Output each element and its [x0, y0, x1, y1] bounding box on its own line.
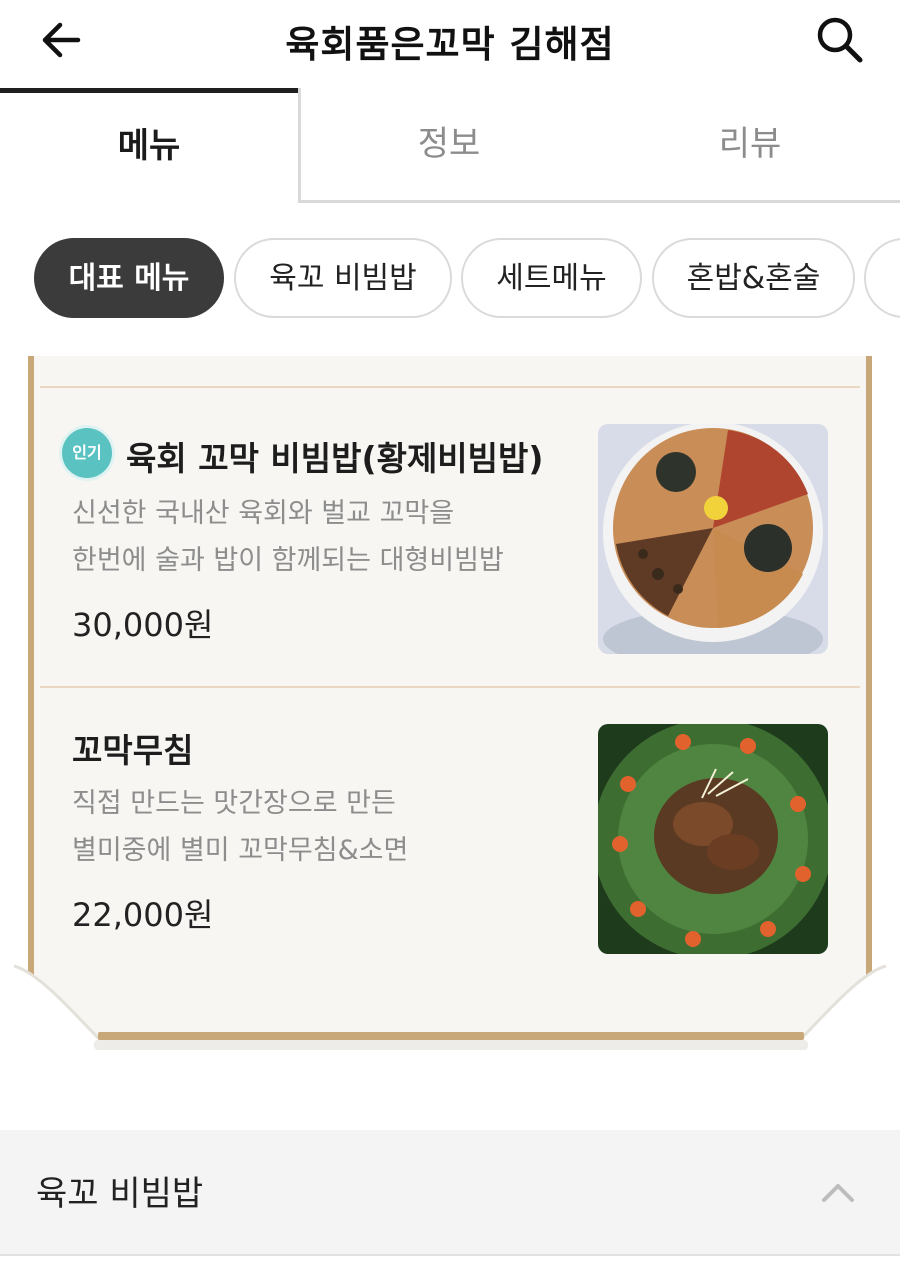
tab-underline: [298, 200, 900, 203]
section-title: 육꼬 비빔밥: [36, 1174, 204, 1214]
bibimbap-photo: [598, 424, 828, 654]
search-icon: [817, 17, 863, 63]
page-title: 육회품은꼬막 김해점: [285, 23, 615, 66]
menu-item-description: 직접 만드는 맛간장으로 만든 별미중에 별미 꼬막무침&소면: [72, 788, 409, 866]
menu-item-name: 꼬막무침: [72, 731, 194, 770]
menu-card: 인기 육회 꼬막 비빔밥(황제비빔밥) 신선한 국내산 육회와 벌교 꼬막을 한…: [14, 356, 886, 1056]
paper-bottom-shadow: [94, 1040, 808, 1050]
app-header: 육회품은꼬막 김해점: [0, 0, 900, 88]
menu-paper: 인기 육회 꼬막 비빔밥(황제비빔밥) 신선한 국내산 육회와 벌교 꼬막을 한…: [28, 356, 872, 1036]
menu-item-photo[interactable]: [598, 724, 828, 954]
category-chips: 대표 메뉴 육꼬 비빔밥 세트메뉴 혼밥&혼술: [0, 238, 900, 322]
section-header-bibimbap[interactable]: 육꼬 비빔밥: [0, 1130, 900, 1254]
section-divider: [0, 1254, 900, 1256]
chevron-up-icon[interactable]: [820, 1174, 856, 1210]
paper-curl-right: [798, 964, 886, 1042]
paper-bottom-edge: [98, 1032, 804, 1040]
menu-item-price: 30,000원: [72, 606, 214, 644]
chip-bibimbap[interactable]: 육꼬 비빔밥: [234, 238, 452, 318]
menu-item-name: 육회 꼬막 비빔밥(황제비빔밥): [126, 439, 544, 478]
paper-curl-left: [14, 964, 102, 1042]
chip-set-menu[interactable]: 세트메뉴: [461, 238, 642, 318]
menu-item-description: 신선한 국내산 육회와 벌교 꼬막을 한번에 술과 밥이 함께되는 대형비빔밥: [72, 498, 504, 576]
search-button[interactable]: [814, 14, 866, 66]
divider-top: [40, 386, 860, 388]
chip-signature-menu[interactable]: 대표 메뉴: [34, 238, 224, 318]
menu-item-price: 22,000원: [72, 896, 214, 934]
cockle-salad-photo: [598, 724, 828, 954]
tab-bar: 메뉴 정보 리뷰: [0, 88, 900, 204]
tab-info[interactable]: 정보: [300, 88, 598, 202]
divider-middle: [40, 686, 860, 688]
menu-item-photo[interactable]: [598, 424, 828, 654]
tab-menu[interactable]: 메뉴: [0, 88, 298, 202]
chip-more[interactable]: [864, 238, 900, 318]
tab-reviews[interactable]: 리뷰: [600, 88, 900, 202]
popular-badge: 인기: [62, 428, 112, 478]
chip-solo-dining[interactable]: 혼밥&혼술: [652, 238, 855, 318]
